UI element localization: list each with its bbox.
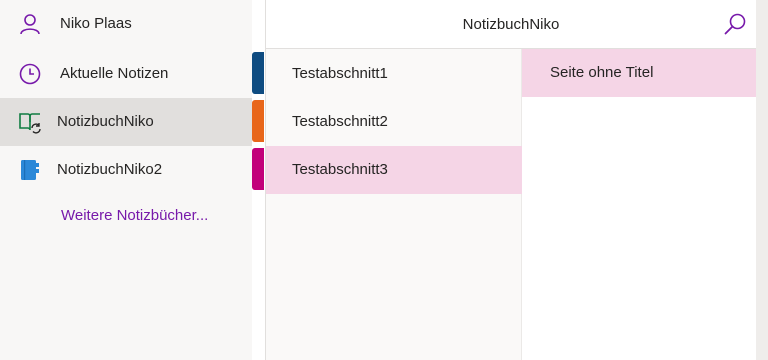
user-name: Niko Plaas	[60, 15, 132, 32]
notebook-navigation-pane: Niko Plaas Aktuelle Notizen NotizbuchNik…	[0, 0, 252, 360]
section-list: Testabschnitt1 Testabschnitt2 Testabschn…	[266, 49, 522, 360]
section-item[interactable]: Testabschnitt2	[266, 98, 522, 146]
notebook-label: NotizbuchNiko2	[57, 161, 163, 178]
section-item[interactable]: Testabschnitt1	[266, 50, 522, 98]
section-item-selected[interactable]: Testabschnitt3	[266, 146, 522, 194]
header-bar: NotizbuchNiko	[266, 0, 756, 49]
right-edge	[756, 0, 768, 360]
section-tab-2[interactable]	[252, 100, 264, 142]
page-label: Seite ohne Titel	[550, 64, 654, 81]
clock-icon	[18, 62, 42, 86]
section-label: Testabschnitt3	[292, 161, 388, 178]
notebook-item-notizbuchniko2[interactable]: NotizbuchNiko2	[0, 146, 252, 194]
recent-notes-label: Aktuelle Notizen	[60, 65, 169, 82]
notebook-label: NotizbuchNiko	[57, 113, 154, 130]
notebook-icon	[18, 158, 42, 182]
page-list: Seite ohne Titel	[522, 49, 756, 360]
section-tab-1[interactable]	[252, 52, 264, 94]
notebook-sync-icon	[18, 110, 42, 134]
section-color-strip	[252, 0, 266, 360]
page-item-selected[interactable]: Seite ohne Titel	[522, 49, 756, 97]
section-tab-3[interactable]	[252, 148, 264, 190]
section-label: Testabschnitt2	[292, 113, 388, 130]
section-label: Testabschnitt1	[292, 65, 388, 82]
person-icon	[18, 12, 42, 36]
search-icon[interactable]	[722, 11, 748, 37]
notebook-item-notizbuchniko[interactable]: NotizbuchNiko	[0, 98, 252, 146]
more-notebooks-link[interactable]: Weitere Notizbücher...	[61, 207, 208, 224]
notebook-title: NotizbuchNiko	[462, 16, 560, 33]
recent-notes-item[interactable]: Aktuelle Notizen	[0, 50, 252, 98]
user-account[interactable]: Niko Plaas	[0, 0, 252, 48]
